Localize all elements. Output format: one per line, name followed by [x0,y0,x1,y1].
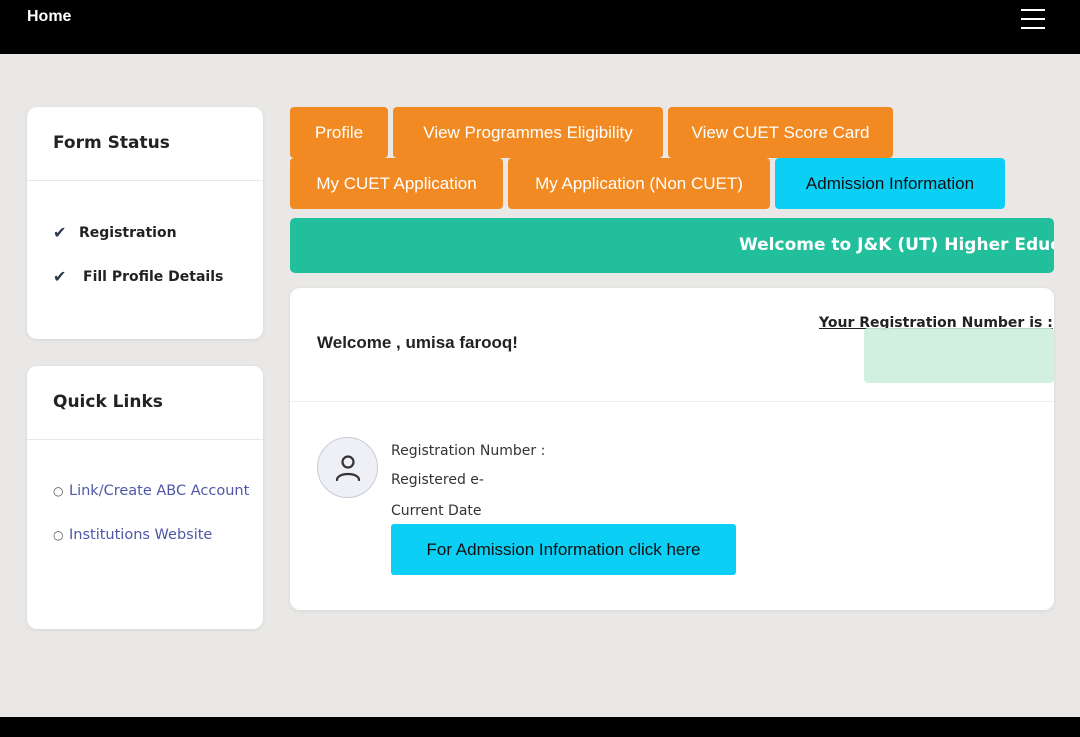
quick-link-abc: ○ Link/Create ABC Account [53,476,253,507]
my-cuet-application-button[interactable]: My CUET Application [290,158,503,209]
status-item-label: Fill Profile Details [83,268,224,285]
top-navbar: Home [0,0,1080,54]
quick-links-card: Quick Links ○ Link/Create ABC Account ○ … [27,366,263,629]
hamburger-menu-icon[interactable] [1021,9,1045,29]
checkmark-icon: ✔ [53,267,67,286]
status-item-registration: ✔ Registration [53,223,177,242]
main-info-card: Welcome , umisa farooq! Your Registratio… [290,288,1054,610]
status-item-fill-profile: ✔ Fill Profile Details [53,267,223,286]
form-status-title: Form Status [27,107,263,181]
avatar [317,437,378,498]
registration-number-highlight [864,328,1054,383]
form-status-card: Form Status ✔ Registration ✔ Fill Profil… [27,107,263,339]
quick-links-title: Quick Links [27,366,263,440]
user-icon [335,454,360,481]
view-programmes-eligibility-button[interactable]: View Programmes Eligibility [393,107,663,158]
footer-bar [0,717,1080,737]
registered-email-field: Registered e- [391,472,484,488]
current-date-field: Current Date [391,503,482,519]
circle-bullet-icon: ○ [53,484,64,498]
welcome-message: Welcome , umisa farooq! [317,333,518,352]
link-create-abc-account[interactable]: Link/Create ABC Account [69,476,249,507]
circle-bullet-icon: ○ [53,528,64,542]
view-cuet-score-card-button[interactable]: View CUET Score Card [668,107,893,158]
profile-button[interactable]: Profile [290,107,388,158]
status-item-label: Registration [79,224,177,241]
admission-information-button[interactable]: Admission Information [775,158,1005,209]
institutions-website-link[interactable]: Institutions Website [69,520,212,551]
quick-links-list: ○ Link/Create ABC Account ○ Institutions… [53,476,253,551]
admission-info-click-button[interactable]: For Admission Information click here [391,524,736,575]
quick-link-institutions: ○ Institutions Website [53,520,253,551]
home-link[interactable]: Home [27,8,71,26]
checkmark-icon: ✔ [53,223,67,242]
card-divider [290,401,1054,402]
my-application-non-cuet-button[interactable]: My Application (Non CUET) [508,158,770,209]
banner-marquee-text: Welcome to J&K (UT) Higher Education [739,235,1054,255]
registration-number-field: Registration Number : [391,443,546,459]
welcome-banner: Welcome to J&K (UT) Higher Education [290,218,1054,273]
